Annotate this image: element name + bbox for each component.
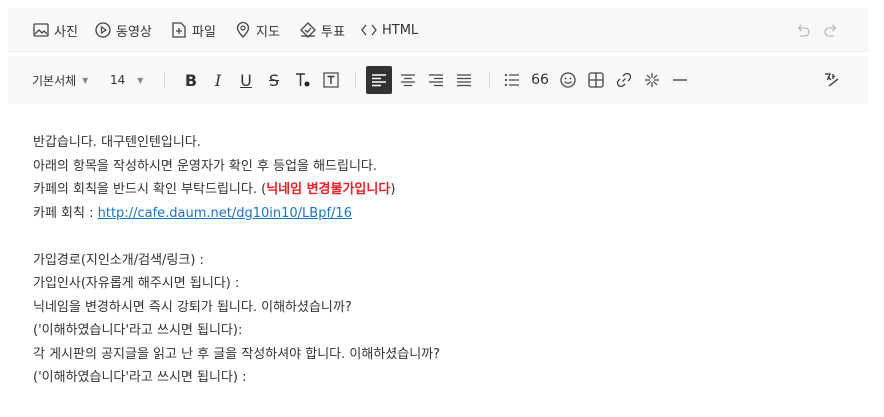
align-right-button[interactable] bbox=[423, 56, 449, 104]
content-line: 반갑습니다. 대구텐인텐입니다. bbox=[33, 135, 201, 150]
font-size-select[interactable]: 14 ▼ bbox=[110, 56, 143, 104]
map-pin-icon bbox=[236, 21, 250, 38]
chevron-down-icon: ▼ bbox=[137, 75, 144, 85]
undo-button[interactable] bbox=[794, 8, 816, 52]
insert-vote-button[interactable]: 투표 bbox=[299, 8, 345, 52]
redo-icon bbox=[824, 24, 837, 37]
content-line: 닉네임을 변경하시면 즉시 강퇴가 됩니다. 이해하셨습니까? bbox=[33, 299, 352, 315]
content-line: ('이해하였습니다'라고 쓰시면 됩니다) : bbox=[33, 370, 247, 385]
font-family-select[interactable]: 기본서체 ▼ bbox=[32, 56, 88, 104]
underline-label: U bbox=[240, 70, 252, 90]
content-text: 카페의 회칙을 반드시 확인 부탁드립니다. ( bbox=[33, 182, 267, 197]
link-icon bbox=[616, 72, 632, 88]
asterisk-icon bbox=[645, 73, 659, 87]
align-left-icon bbox=[372, 74, 386, 87]
content-text: ) bbox=[390, 182, 396, 197]
strikethrough-button[interactable]: S bbox=[263, 56, 285, 104]
insert-map-button[interactable]: 지도 bbox=[234, 8, 280, 52]
bold-button[interactable]: B bbox=[180, 56, 202, 104]
photo-icon bbox=[33, 23, 49, 37]
link-button[interactable] bbox=[612, 56, 636, 104]
nickname-warning: 닉네임 변경불가입니다 bbox=[266, 182, 391, 197]
text-background-icon bbox=[323, 72, 339, 88]
rules-label: 카페 회칙 : bbox=[33, 205, 98, 221]
bold-label: B bbox=[184, 70, 198, 90]
vote-icon bbox=[300, 22, 316, 38]
underline-button[interactable]: U bbox=[235, 56, 257, 104]
redo-button[interactable] bbox=[822, 8, 844, 52]
code-icon bbox=[361, 24, 377, 36]
spell-check-button[interactable] bbox=[820, 56, 844, 104]
text-color-button[interactable] bbox=[291, 56, 315, 104]
undo-icon bbox=[797, 24, 810, 37]
content-line: 카페 회칙 : http://cafe.daum.net/dg10in10/LB… bbox=[33, 202, 853, 226]
text-background-button[interactable] bbox=[319, 56, 343, 104]
editor: 사진 동영상 파일 지도 투표 HTML 기본서체 ▼ 14 ▼ B I U S… bbox=[0, 0, 884, 417]
content-line: 카페의 회칙을 반드시 확인 부탁드립니다. (닉네임 변경불가입니다) bbox=[33, 178, 853, 202]
insert-map-label: 지도 bbox=[256, 24, 280, 40]
strikethrough-label: S bbox=[268, 70, 280, 90]
horizontal-line-icon bbox=[673, 79, 687, 81]
cafe-rules-link[interactable]: http://cafe.daum.net/dg10in10/LBpf/16 bbox=[98, 206, 352, 221]
special-char-button[interactable] bbox=[640, 56, 664, 104]
table-icon bbox=[588, 72, 604, 88]
chevron-down-icon: ▼ bbox=[82, 75, 89, 85]
insert-toolbar: 사진 동영상 파일 지도 투표 HTML bbox=[8, 8, 868, 52]
video-icon bbox=[95, 22, 111, 38]
align-justify-button[interactable] bbox=[451, 56, 477, 104]
content-line: ('이해하였습니다'라고 쓰시면 됩니다): bbox=[33, 323, 243, 338]
emoticon-button[interactable] bbox=[556, 56, 580, 104]
toolbar-divider bbox=[164, 72, 165, 88]
quote-button[interactable]: 66 bbox=[528, 56, 552, 104]
align-center-icon bbox=[401, 74, 415, 87]
quote-label: 66 bbox=[531, 72, 549, 88]
content-line: 가입경로(지인소개/검색/링크) : bbox=[33, 252, 204, 268]
content-line: 각 게시판의 공지글을 읽고 난 후 글을 작성하셔야 합니다. 이해하셨습니까… bbox=[33, 346, 441, 362]
align-left-button[interactable] bbox=[366, 56, 392, 104]
insert-photo-label: 사진 bbox=[54, 24, 78, 40]
insert-video-label: 동영상 bbox=[116, 24, 152, 40]
font-size-value: 14 bbox=[110, 73, 126, 87]
insert-html-button[interactable]: HTML bbox=[360, 8, 418, 52]
toolbar-divider bbox=[489, 72, 490, 88]
bullet-list-button[interactable] bbox=[500, 56, 524, 104]
format-toolbar: 기본서체 ▼ 14 ▼ B I U S 66 bbox=[8, 56, 868, 104]
text-color-icon bbox=[296, 73, 310, 87]
insert-file-label: 파일 bbox=[192, 24, 216, 40]
list-icon bbox=[504, 73, 519, 87]
insert-photo-button[interactable]: 사진 bbox=[32, 8, 78, 52]
spell-check-icon bbox=[825, 73, 839, 87]
editor-content[interactable]: 반갑습니다. 대구텐인텐입니다. 아래의 항목을 작성하시면 운영자가 확인 후… bbox=[33, 131, 853, 390]
content-line: 가입인사(자유롭게 해주시면 됩니다) : bbox=[33, 276, 240, 291]
insert-video-button[interactable]: 동영상 bbox=[94, 8, 152, 52]
smile-icon bbox=[560, 72, 576, 88]
italic-button[interactable]: I bbox=[207, 56, 229, 104]
font-family-value: 기본서체 bbox=[32, 73, 77, 88]
insert-file-button[interactable]: 파일 bbox=[170, 8, 216, 52]
align-justify-icon bbox=[457, 74, 471, 87]
align-center-button[interactable] bbox=[395, 56, 421, 104]
align-right-icon bbox=[429, 74, 443, 87]
toolbar-divider bbox=[355, 72, 356, 88]
table-button[interactable] bbox=[584, 56, 608, 104]
file-add-icon bbox=[172, 22, 186, 38]
horizontal-line-button[interactable] bbox=[668, 56, 692, 104]
content-line: 아래의 항목을 작성하시면 운영자가 확인 후 등업을 해드립니다. bbox=[33, 158, 378, 174]
insert-vote-label: 투표 bbox=[321, 24, 345, 40]
italic-label: I bbox=[214, 70, 222, 90]
insert-html-label: HTML bbox=[382, 22, 419, 38]
